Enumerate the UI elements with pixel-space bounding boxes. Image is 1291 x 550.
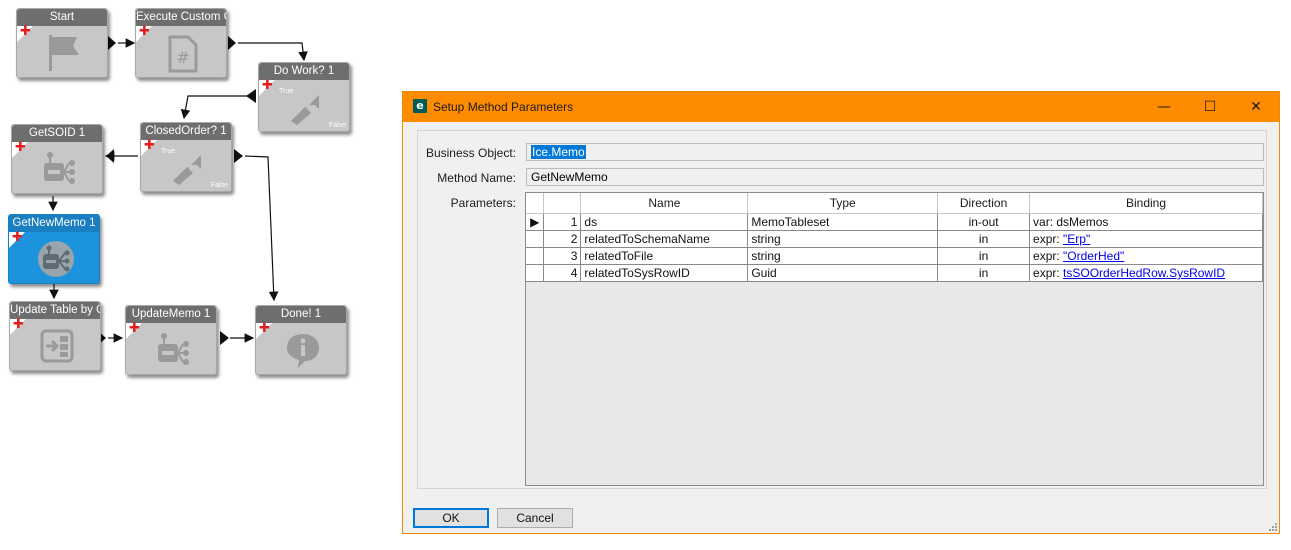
ok-button[interactable]: OK xyxy=(413,508,489,528)
parameters-label: Parameters: xyxy=(450,196,516,210)
info-bubble-icon xyxy=(287,334,319,368)
plus-icon[interactable]: ✚ xyxy=(129,322,140,335)
param-binding-cell[interactable]: expr: "Erp" xyxy=(1029,230,1263,248)
plus-icon[interactable]: ✚ xyxy=(20,25,31,38)
app-logo-icon: e xyxy=(413,99,427,113)
row-number: 4 xyxy=(543,264,582,282)
node-execute-custom-code[interactable]: Execute Custom Co ✚ # xyxy=(135,8,227,78)
maximize-button[interactable]: ☐ xyxy=(1187,92,1233,122)
row-number-header xyxy=(543,193,582,214)
connector-closedorder-done xyxy=(244,155,279,302)
param-name-cell[interactable]: relatedToFile xyxy=(580,247,749,265)
node-start[interactable]: Start ✚ xyxy=(16,8,108,78)
connector-execute-dowork xyxy=(238,42,308,62)
false-branch-label: False xyxy=(328,122,346,129)
node-done[interactable]: Done! 1 ✚ xyxy=(255,305,347,375)
plus-icon[interactable]: ✚ xyxy=(262,79,273,92)
parameters-grid[interactable]: Name Type Direction Binding ▶ 1 ds MemoT… xyxy=(525,192,1264,486)
node-closed-order[interactable]: ClosedOrder? 1 ✚ True False xyxy=(140,122,232,192)
binding-expression-link[interactable]: "Erp" xyxy=(1063,232,1090,246)
binding-expression-link[interactable]: tsSOOrderHedRow.SysRowID xyxy=(1063,266,1225,280)
binding-expression-link[interactable]: "OrderHed" xyxy=(1063,249,1124,263)
param-direction-cell[interactable]: in xyxy=(937,264,1031,282)
param-binding-cell[interactable]: expr: "OrderHed" xyxy=(1029,247,1263,265)
param-name-cell[interactable]: relatedToSysRowID xyxy=(580,264,749,282)
param-direction-cell[interactable]: in xyxy=(937,230,1031,248)
business-object-field[interactable]: Ice.Memo xyxy=(526,143,1264,161)
setup-method-parameters-dialog: e Setup Method Parameters — ☐ ✕ Business… xyxy=(402,91,1280,534)
param-name-cell[interactable]: ds xyxy=(580,213,749,231)
method-call-icon xyxy=(38,241,74,277)
column-header-name[interactable]: Name xyxy=(580,193,749,214)
plus-icon[interactable]: ✚ xyxy=(139,25,150,38)
current-row-icon xyxy=(526,264,545,282)
cancel-button[interactable]: Cancel xyxy=(497,508,573,528)
param-type-cell[interactable]: string xyxy=(747,247,939,265)
param-type-cell[interactable]: MemoTableset xyxy=(747,213,939,231)
decision-arrow-icon xyxy=(291,95,319,125)
grid-header-row: Name Type Direction Binding xyxy=(526,193,1263,214)
table-row[interactable]: 3 relatedToFile string in expr: "OrderHe… xyxy=(526,247,1263,265)
binding-prefix: var: xyxy=(1033,215,1057,229)
param-type-cell[interactable]: Guid xyxy=(747,264,939,282)
param-name-cell[interactable]: relatedToSchemaName xyxy=(580,230,749,248)
row-selector-header xyxy=(526,193,545,214)
close-button[interactable]: ✕ xyxy=(1233,92,1279,122)
workflow-canvas[interactable]: Start ✚ Execute Custom Co ✚ # Do Work? 1… xyxy=(0,0,390,550)
plus-icon[interactable]: ✚ xyxy=(13,318,24,331)
param-type-cell[interactable]: string xyxy=(747,230,939,248)
column-header-type[interactable]: Type xyxy=(747,193,939,214)
dialog-titlebar[interactable]: e Setup Method Parameters — ☐ ✕ xyxy=(403,92,1279,122)
binding-prefix: expr: xyxy=(1033,266,1064,280)
plus-icon[interactable]: ✚ xyxy=(144,139,155,152)
method-name-field[interactable]: GetNewMemo xyxy=(526,168,1264,186)
flag-icon xyxy=(49,35,79,71)
node-do-work[interactable]: Do Work? 1 ✚ True False xyxy=(258,62,350,132)
svg-text:#: # xyxy=(176,48,189,67)
row-number: 2 xyxy=(543,230,582,248)
binding-prefix: expr: xyxy=(1033,249,1064,263)
table-row[interactable]: ▶ 1 ds MemoTableset in-out var: dsMemos xyxy=(526,213,1263,231)
table-row[interactable]: 4 relatedToSysRowID Guid in expr: tsSOOr… xyxy=(526,264,1263,282)
current-row-icon: ▶ xyxy=(526,213,545,231)
plus-icon[interactable]: ✚ xyxy=(12,231,23,244)
param-direction-cell[interactable]: in xyxy=(937,247,1031,265)
business-object-label: Business Object: xyxy=(425,146,516,160)
param-direction-cell[interactable]: in-out xyxy=(937,213,1031,231)
node-update-memo[interactable]: UpdateMemo 1 ✚ xyxy=(125,305,217,375)
decision-arrow-icon xyxy=(173,155,201,185)
resize-grip-icon[interactable] xyxy=(1267,521,1277,531)
node-get-soid[interactable]: GetSOID 1 ✚ xyxy=(11,124,103,194)
binding-prefix: expr: xyxy=(1033,232,1064,246)
business-object-value: Ice.Memo xyxy=(531,145,586,159)
current-row-icon xyxy=(526,230,545,248)
code-file-icon: # xyxy=(168,35,198,73)
method-call-icon xyxy=(44,152,75,184)
connector-dowork-closedorder xyxy=(180,95,255,120)
method-name-label: Method Name: xyxy=(437,171,516,185)
current-row-icon xyxy=(526,247,545,265)
minimize-button[interactable]: — xyxy=(1141,92,1187,122)
param-binding-cell[interactable]: expr: tsSOOrderHedRow.SysRowID xyxy=(1029,264,1263,282)
param-binding-cell[interactable]: var: dsMemos xyxy=(1029,213,1263,231)
method-call-icon xyxy=(158,333,189,365)
row-number: 1 xyxy=(543,213,582,231)
plus-icon[interactable]: ✚ xyxy=(259,322,270,335)
column-header-binding[interactable]: Binding xyxy=(1029,193,1263,214)
false-branch-label: False xyxy=(210,182,228,189)
binding-value: dsMemos xyxy=(1056,215,1109,229)
node-update-table-by-query[interactable]: Update Table by Q ✚ xyxy=(9,301,101,371)
table-import-icon xyxy=(40,329,74,363)
plus-icon[interactable]: ✚ xyxy=(15,141,26,154)
node-get-new-memo[interactable]: GetNewMemo 1 ✚ xyxy=(8,214,100,284)
dialog-title: Setup Method Parameters xyxy=(433,100,574,114)
dialog-content-panel: Business Object: Ice.Memo Method Name: G… xyxy=(417,130,1267,489)
row-number: 3 xyxy=(543,247,582,265)
column-header-direction[interactable]: Direction xyxy=(937,193,1031,214)
table-row[interactable]: 2 relatedToSchemaName string in expr: "E… xyxy=(526,230,1263,248)
